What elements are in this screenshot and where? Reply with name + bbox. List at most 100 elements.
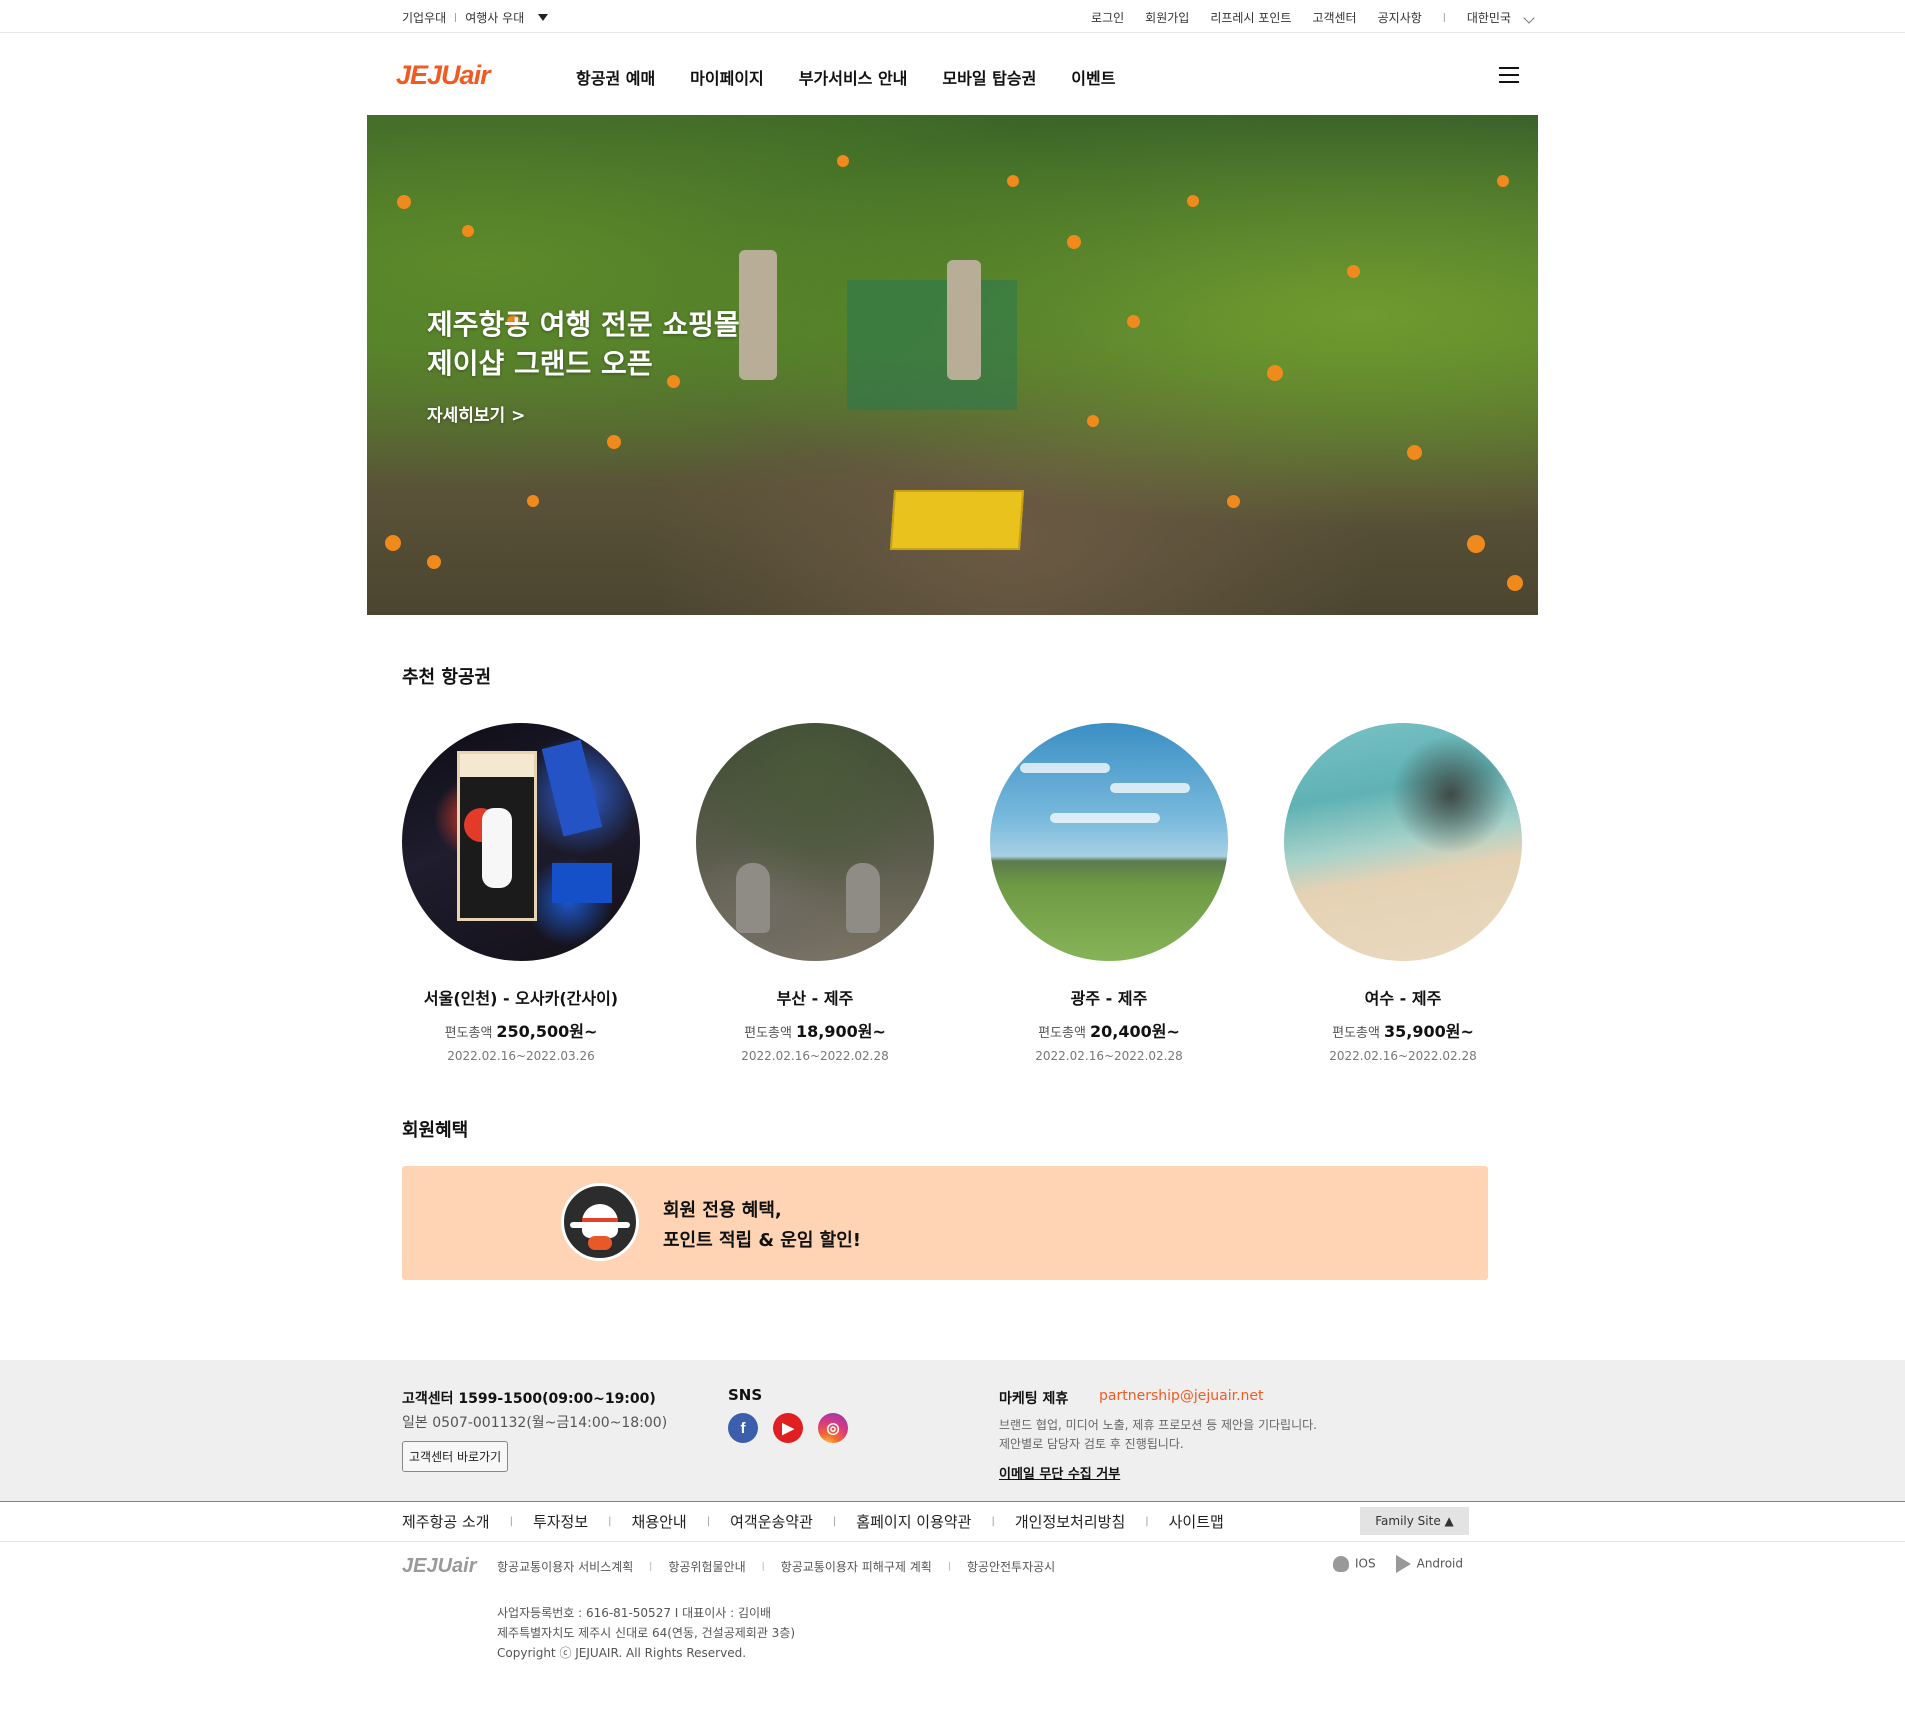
country-label: 대한민국 xyxy=(1466,11,1511,25)
footer-link-privacy[interactable]: 개인정보처리방침 xyxy=(1015,1511,1125,1532)
card-route: 부산 - 제주 xyxy=(776,989,854,1008)
card-route: 광주 - 제주 xyxy=(1070,989,1148,1008)
sns-title: SNS xyxy=(728,1386,763,1404)
refresh-point-link[interactable]: 리프레시 포인트 xyxy=(1210,9,1291,26)
hero-detail-link[interactable]: 자세히보기 > xyxy=(427,401,740,426)
recommend-title: 추천 항공권 xyxy=(402,667,492,688)
main-header: JEJUair 항공권 예매 마이페이지 부가서비스 안내 모바일 탑승권 이벤… xyxy=(0,34,1905,115)
footer-logo-air: air xyxy=(452,1555,477,1577)
footer-link-investor[interactable]: 투자정보 xyxy=(533,1511,588,1532)
corporate-benefit-link[interactable]: 기업우대 xyxy=(402,9,446,26)
divider: | xyxy=(454,12,458,23)
footer-link-careers[interactable]: 채용안내 xyxy=(632,1511,687,1532)
login-link[interactable]: 로그인 xyxy=(1091,9,1124,26)
nav-item-mypage[interactable]: 마이페이지 xyxy=(690,65,764,89)
caret-down-icon[interactable] xyxy=(538,14,549,21)
card-image-gwangju xyxy=(990,723,1228,961)
footer-nav: 제주항공 소개 | 투자정보 | 채용안내 | 여객운송약관 | 홈페이지 이용약관 | … xyxy=(0,1502,1905,1542)
footer-link-sitemap[interactable]: 사이트맵 xyxy=(1169,1511,1224,1532)
app-links: IOS Android xyxy=(1333,1555,1463,1573)
footer-link-dangerous-goods[interactable]: 항공위험물안내 xyxy=(668,1558,745,1575)
travel-agency-benefit-link[interactable]: 여행사 우대 xyxy=(465,9,524,26)
recommend-list: 서울(인천) - 오사카(간사이) 편도총액 250,500원~ 2022.02.… xyxy=(402,723,1522,1073)
menu-icon[interactable] xyxy=(1499,67,1519,83)
utility-left: 기업우대 | 여행사 우대 xyxy=(402,9,549,26)
footer-link-damage-relief[interactable]: 항공교통이용자 피해구제 계획 xyxy=(781,1558,932,1575)
footer-bottom-links: 항공교통이용자 서비스계획 | 항공위험물안내 | 항공교통이용자 피해구제 계획 |… xyxy=(497,1558,1056,1575)
hero-banner[interactable]: 제주항공 여행 전문 쇼핑몰 제이샵 그랜드 오픈 자세히보기 > xyxy=(367,115,1538,615)
footer-link-service-plan[interactable]: 항공교통이용자 서비스계획 xyxy=(497,1558,633,1575)
hero-title-line2: 제이샵 그랜드 오픈 xyxy=(427,347,653,380)
membership-text: 회원 전용 혜택, 포인트 적립 & 운임 할인! xyxy=(663,1196,861,1256)
footer-info: 고객센터 1599-1500(09:00~19:00) 일본 0507-0011… xyxy=(0,1360,1905,1502)
membership-line1: 회원 전용 혜택, xyxy=(663,1200,782,1221)
corp-registration: 사업자등록번호 : 616-81-50527 I 대표이사 : 김이배 xyxy=(497,1606,772,1620)
jejuair-logo[interactable]: JEJUair xyxy=(396,60,491,91)
hero-photo-post xyxy=(739,250,777,380)
nav-item-booking[interactable]: 항공권 예매 xyxy=(576,65,655,89)
nav-item-services[interactable]: 부가서비스 안내 xyxy=(799,65,908,89)
membership-banner[interactable]: 회원 전용 혜택, 포인트 적립 & 운임 할인! xyxy=(402,1166,1488,1280)
footer-link-about[interactable]: 제주항공 소개 xyxy=(402,1511,490,1532)
customer-center-link[interactable]: 고객센터 xyxy=(1312,9,1356,26)
card-image-osaka xyxy=(402,723,640,961)
footer-nav-items: 제주항공 소개 | 투자정보 | 채용안내 | 여객운송약관 | 홈페이지 이용약관 | … xyxy=(402,1511,1224,1532)
recommend-card-gwangju[interactable]: 광주 - 제주 편도총액 20,400원~ 2022.02.16~2022.02.… xyxy=(990,723,1228,1063)
utility-bar: 기업우대 | 여행사 우대 로그인 회원가입 리프레시 포인트 고객센터 공지사… xyxy=(0,0,1905,33)
android-app-link[interactable]: Android xyxy=(1395,1555,1463,1573)
recommend-card-osaka[interactable]: 서울(인천) - 오사카(간사이) 편도총액 250,500원~ 2022.02.… xyxy=(402,723,640,1063)
footer-link-safety-investment[interactable]: 항공안전투자공시 xyxy=(967,1558,1055,1575)
hero-photo-post xyxy=(947,260,981,380)
price-value: 250,500원~ xyxy=(496,1022,598,1041)
notice-link[interactable]: 공지사항 xyxy=(1378,9,1422,26)
price-label: 편도총액 xyxy=(1332,1026,1380,1041)
cs-japan: 일본 0507-001132(월~금14:00~18:00) xyxy=(402,1415,668,1431)
card-dates: 2022.02.16~2022.02.28 xyxy=(741,1049,889,1063)
card-route: 여수 - 제주 xyxy=(1364,989,1442,1008)
nav-item-mobile-boarding[interactable]: 모바일 탑승권 xyxy=(942,65,1036,89)
play-store-icon xyxy=(1395,1555,1411,1573)
card-price: 편도총액 35,900원~ xyxy=(1284,1018,1522,1042)
card-dates: 2022.02.16~2022.02.28 xyxy=(1035,1049,1183,1063)
logo-text-air: air xyxy=(459,60,491,90)
marketing-desc-line2: 제안별로 담당자 검토 후 진행됩니다. xyxy=(999,1437,1184,1451)
nav-item-event[interactable]: 이벤트 xyxy=(1071,65,1115,89)
card-image-busan xyxy=(696,723,934,961)
signup-link[interactable]: 회원가입 xyxy=(1145,9,1189,26)
price-label: 편도총액 xyxy=(444,1026,493,1041)
price-value: 35,900원~ xyxy=(1383,1022,1474,1041)
sns-icons: f ▶ ◎ xyxy=(728,1413,848,1443)
main-nav: 항공권 예매 마이페이지 부가서비스 안내 모바일 탑승권 이벤트 xyxy=(576,65,1115,89)
cs-shortcut-button[interactable]: 고객센터 바로가기 xyxy=(402,1441,509,1472)
facebook-icon[interactable]: f xyxy=(728,1413,758,1443)
footer-logo: JEJUair xyxy=(402,1555,477,1578)
apple-icon xyxy=(1333,1556,1349,1572)
membership-line2: 포인트 적립 & 운임 할인! xyxy=(663,1230,862,1251)
marketing-title: 마케팅 제휴 xyxy=(999,1391,1069,1407)
price-label: 편도총액 xyxy=(744,1026,792,1041)
email-refuse-link[interactable]: 이메일 무단 수집 거부 xyxy=(999,1463,1120,1482)
instagram-icon[interactable]: ◎ xyxy=(818,1413,848,1443)
youtube-icon[interactable]: ▶ xyxy=(773,1413,803,1443)
footer-logo-jeju: JEJU xyxy=(402,1555,453,1577)
recommend-card-yeosu[interactable]: 여수 - 제주 편도총액 35,900원~ 2022.02.16~2022.02.… xyxy=(1284,723,1522,1063)
card-price: 편도총액 250,500원~ xyxy=(402,1018,640,1042)
ios-label: IOS xyxy=(1355,1556,1376,1571)
marketing-email-link[interactable]: partnership@jejuair.net xyxy=(1099,1388,1264,1404)
logo-text-jeju: JEJU xyxy=(396,60,461,90)
price-value: 20,400원~ xyxy=(1089,1022,1180,1041)
family-site-button[interactable]: Family Site ▲ xyxy=(1360,1507,1469,1535)
country-selector[interactable]: 대한민국 xyxy=(1466,9,1535,26)
card-price: 편도총액 18,900원~ xyxy=(696,1018,934,1042)
recommend-card-busan[interactable]: 부산 - 제주 편도총액 18,900원~ 2022.02.16~2022.02.… xyxy=(696,723,934,1063)
divider: | xyxy=(1442,12,1446,23)
membership-title: 회원혜택 xyxy=(402,1120,469,1141)
ios-app-link[interactable]: IOS xyxy=(1333,1556,1376,1572)
hero-photo-net xyxy=(847,280,1017,410)
footer-bottom: JEJUair 항공교통이용자 서비스계획 | 항공위험물안내 | 항공교통이용자 … xyxy=(0,1543,1905,1711)
footer-link-carriage-terms[interactable]: 여객운송약관 xyxy=(730,1511,813,1532)
hero-title: 제주항공 여행 전문 쇼핑몰 제이샵 그랜드 오픈 xyxy=(427,305,740,383)
corp-address: 제주특별자치도 제주시 신대로 64(연동, 건설공제회관 3층) xyxy=(497,1626,796,1640)
footer-link-site-terms[interactable]: 홈페이지 이용약관 xyxy=(856,1511,971,1532)
corporate-info: 사업자등록번호 : 616-81-50527 I 대표이사 : 김이배 제주특별… xyxy=(497,1603,795,1663)
